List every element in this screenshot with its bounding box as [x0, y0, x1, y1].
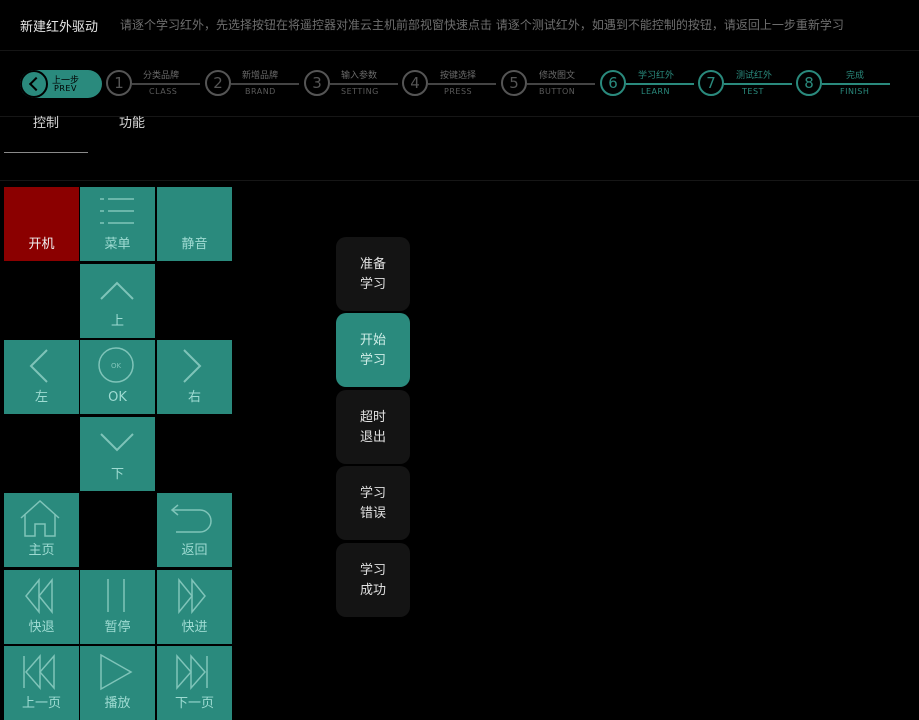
up-button[interactable]: 上	[80, 264, 155, 338]
down-label: 下	[110, 467, 124, 482]
chevron-left-icon	[20, 70, 48, 98]
step-connector	[231, 83, 299, 85]
mute-label: 静音	[181, 237, 208, 252]
menu-label: 菜单	[104, 237, 131, 252]
left-label: 左	[34, 390, 48, 405]
header-divider	[0, 50, 919, 51]
step-connector	[822, 83, 890, 85]
step-label-cn: 完成	[846, 71, 865, 81]
mute-button[interactable]: 静音	[157, 187, 232, 261]
step-connector	[724, 83, 792, 85]
status-line1: 开始	[359, 333, 386, 348]
step-connector	[428, 83, 496, 85]
step-connector	[527, 83, 595, 85]
next-page-button[interactable]: 下一页	[157, 646, 232, 720]
status-line2: 退出	[359, 430, 386, 445]
prev-label-en: PREV	[54, 84, 77, 93]
status-line2: 学习	[359, 277, 386, 292]
menu-button[interactable]: 菜单	[80, 187, 155, 261]
back-button[interactable]: 返回	[157, 493, 232, 567]
svg-text:OK: OK	[111, 362, 122, 370]
step-number: 4	[402, 70, 428, 96]
step-label-cn: 分类品牌	[143, 71, 180, 81]
step-number: 7	[698, 70, 724, 96]
step-number: 6	[600, 70, 626, 96]
status-line2: 学习	[359, 353, 386, 368]
step-test: 7 测试红外 TEST	[698, 70, 792, 100]
header: 新建红外驱动 请逐个学习红外，先选择按钮在将遥控器对准云主机前部视窗快速点击 请…	[0, 0, 919, 50]
tab-control[interactable]: 控制	[4, 116, 88, 152]
status-line2: 错误	[359, 506, 386, 521]
back-label: 返回	[181, 543, 208, 558]
rewind-button[interactable]: 快退	[4, 570, 79, 644]
status-start-learn: 开始 学习	[336, 313, 410, 387]
forward-label: 快进	[181, 620, 208, 635]
tabs-divider	[0, 180, 919, 181]
step-connector	[330, 83, 398, 85]
step-label-en: TEST	[742, 87, 764, 96]
step-label-en: BUTTON	[539, 87, 576, 96]
play-button[interactable]: 播放	[80, 646, 155, 720]
status-line1: 超时	[359, 410, 386, 425]
tab-function[interactable]: 功能	[90, 116, 174, 152]
instructions-text: 请逐个学习红外，先选择按钮在将遥控器对准云主机前部视窗快速点击 请逐个测试红外，…	[120, 18, 844, 32]
status-learn-error: 学习 错误	[336, 466, 410, 540]
left-button[interactable]: 左	[4, 340, 79, 414]
step-brand: 2 新增品牌 BRAND	[205, 70, 299, 100]
prev-page-button[interactable]: 上一页	[4, 646, 79, 720]
step-label-cn: 测试红外	[736, 71, 773, 81]
step-label-en: SETTING	[341, 87, 379, 96]
step-label-en: FINISH	[840, 87, 870, 96]
step-number: 2	[205, 70, 231, 96]
pause-label: 暂停	[104, 620, 131, 635]
status-line2: 成功	[359, 583, 386, 598]
right-button[interactable]: 右	[157, 340, 232, 414]
play-label: 播放	[104, 696, 131, 711]
status-line1: 学习	[359, 486, 386, 501]
tab-active-indicator	[4, 152, 88, 153]
status-line1: 准备	[359, 257, 386, 272]
status-ready-learn: 准备 学习	[336, 237, 410, 311]
step-label-cn: 学习红外	[638, 71, 675, 81]
step-number: 3	[304, 70, 330, 96]
step-label-en: CLASS	[149, 87, 178, 96]
home-button[interactable]: 主页	[4, 493, 79, 567]
step-connector	[132, 83, 200, 85]
status-line1: 学习	[359, 563, 386, 578]
step-learn: 6 学习红外 LEARN	[600, 70, 694, 100]
rewind-label: 快退	[28, 620, 55, 635]
forward-button[interactable]: 快进	[157, 570, 232, 644]
step-number: 5	[501, 70, 527, 96]
status-timeout-exit: 超时 退出	[336, 390, 410, 464]
step-setting: 3 输入参数 SETTING	[304, 70, 398, 100]
step-label-cn: 按键选择	[440, 71, 477, 81]
prev-page-label: 上一页	[21, 696, 61, 711]
up-label: 上	[110, 314, 124, 329]
ok-button[interactable]: OK OK	[80, 340, 155, 414]
step-label-cn: 输入参数	[341, 71, 378, 81]
step-number: 8	[796, 70, 822, 96]
prev-step-button[interactable]: 上一步 PREV	[20, 70, 102, 98]
step-label-en: PRESS	[444, 87, 473, 96]
step-label-en: BRAND	[245, 87, 276, 96]
power-label: 开机	[28, 237, 55, 252]
step-label-cn: 新增品牌	[242, 71, 279, 81]
step-class: 1 分类品牌 CLASS	[106, 70, 200, 100]
step-label-cn: 修改图文	[539, 71, 576, 81]
right-label: 右	[187, 390, 201, 405]
status-learn-success: 学习 成功	[336, 543, 410, 617]
power-button[interactable]: 开机	[4, 187, 79, 261]
page-title: 新建红外驱动	[20, 20, 99, 35]
next-page-label: 下一页	[174, 696, 214, 711]
step-press: 4 按键选择 PRESS	[402, 70, 496, 100]
home-label: 主页	[28, 543, 55, 558]
step-button: 5 修改图文 BUTTON	[501, 70, 595, 100]
step-connector	[626, 83, 694, 85]
ok-label: OK	[108, 390, 127, 405]
step-number: 1	[106, 70, 132, 96]
down-button[interactable]: 下	[80, 417, 155, 491]
step-finish: 8 完成 FINISH	[796, 70, 892, 100]
step-label-en: LEARN	[641, 87, 671, 96]
pause-button[interactable]: 暂停	[80, 570, 155, 644]
